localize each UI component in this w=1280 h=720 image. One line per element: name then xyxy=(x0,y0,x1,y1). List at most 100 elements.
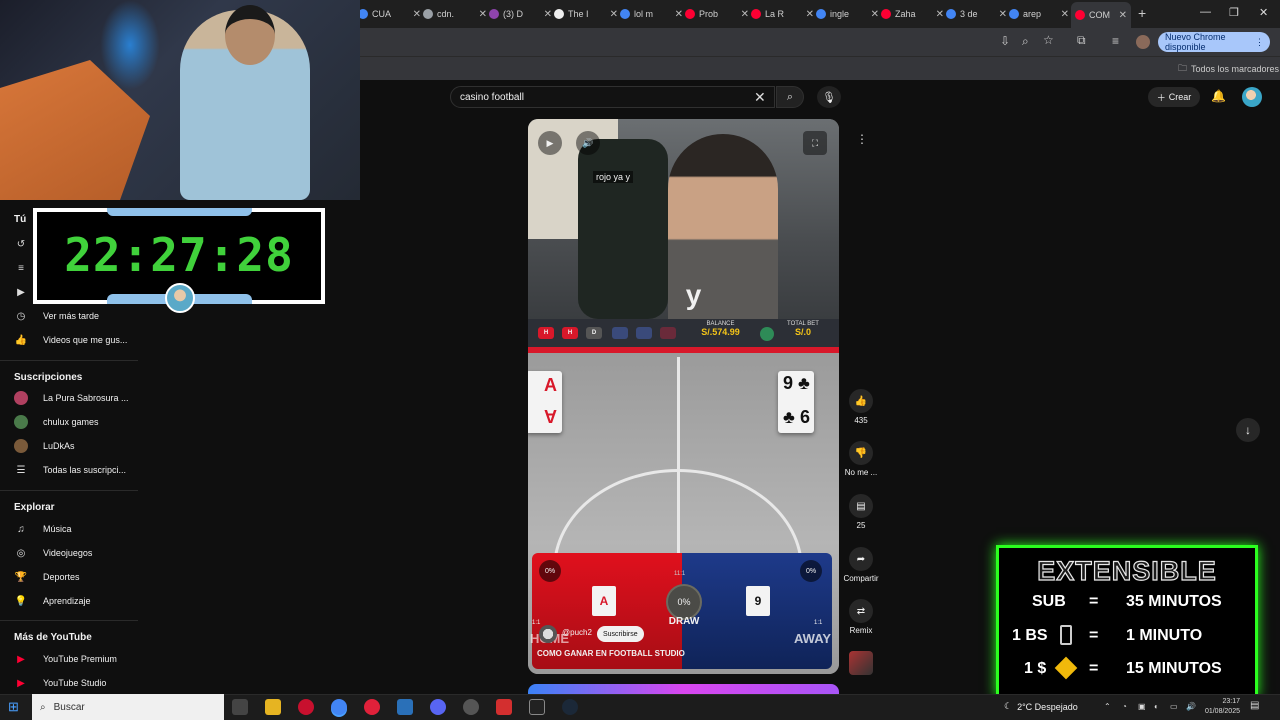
sidebar-item[interactable]: ◎ Videojuegos xyxy=(0,543,138,563)
profile-avatar[interactable] xyxy=(1136,35,1150,49)
account-avatar[interactable] xyxy=(1242,87,1262,107)
app-icon[interactable] xyxy=(496,699,512,715)
tab-close-icon[interactable]: ✕ xyxy=(675,9,683,20)
tab-close-icon[interactable]: ✕ xyxy=(1119,10,1127,21)
sound-thumbnail[interactable] xyxy=(849,651,873,675)
sidebar-heading-you: Tú xyxy=(14,214,27,225)
tab-close-icon[interactable]: ✕ xyxy=(936,9,944,20)
tab-close-icon[interactable]: ✕ xyxy=(806,9,814,20)
sidebar-item[interactable]: ◷ Ver más tarde xyxy=(0,306,138,326)
tab-3[interactable]: The I ✕ xyxy=(554,4,618,24)
tab-close-icon[interactable]: ✕ xyxy=(610,9,618,20)
tray-icon[interactable]: ▣ xyxy=(1138,702,1146,711)
dislike-button[interactable]: 👎 No me ... xyxy=(842,441,880,477)
tab-2[interactable]: (3) D ✕ xyxy=(489,4,552,24)
volume-button[interactable]: 🔊 xyxy=(576,131,600,155)
next-short-button[interactable]: ↓ xyxy=(1236,418,1260,442)
sidebar-item[interactable]: ♫ Música xyxy=(0,519,138,539)
tab-close-icon[interactable]: ✕ xyxy=(999,9,1007,20)
tab-11[interactable]: COM ✕ xyxy=(1071,2,1131,28)
tab-close-icon[interactable]: ✕ xyxy=(871,9,879,20)
subscribe-button[interactable]: Suscribirse xyxy=(597,626,644,642)
voice-search-button[interactable]: 🎙 xyxy=(817,86,841,108)
epic-games-icon[interactable] xyxy=(529,699,545,715)
tab-favicon-icon xyxy=(554,9,564,19)
sidebar-item[interactable]: 🏆 Deportes xyxy=(0,567,138,587)
short-video-player[interactable]: ▶ 🔊 ⛶ rojo ya y y H H D BALANCE S/.574.9… xyxy=(528,119,839,674)
extensions-icon[interactable]: ⧉ xyxy=(1077,33,1086,48)
obs-icon[interactable] xyxy=(463,699,479,715)
restore-icon[interactable]: ❐ xyxy=(1229,6,1239,19)
tab-close-icon[interactable]: ✕ xyxy=(1061,9,1069,20)
sidebar-item[interactable]: ▶ YouTube Premium xyxy=(0,649,138,669)
bookmark-star-icon[interactable]: ☆ xyxy=(1043,33,1054,47)
draw-bet-chip[interactable]: 0% xyxy=(666,584,702,620)
chrome-icon[interactable] xyxy=(331,699,347,715)
tab-close-icon[interactable]: ✕ xyxy=(413,9,421,20)
close-window-icon[interactable]: ✕ xyxy=(1259,6,1268,19)
network-icon[interactable]: ▭ xyxy=(1170,702,1178,711)
fullscreen-button[interactable]: ⛶ xyxy=(803,131,827,155)
install-icon[interactable]: ⇩ xyxy=(1000,34,1010,48)
tab-0[interactable]: CUA ✕ xyxy=(358,4,421,24)
comments-button[interactable]: ▤ 25 xyxy=(842,494,880,530)
create-button[interactable]: ＋ Crear xyxy=(1148,87,1200,107)
tab-5[interactable]: Prob ✕ xyxy=(685,4,749,24)
minimize-icon[interactable]: — xyxy=(1200,6,1211,18)
all-bookmarks[interactable]: 🗀 Todos los marcadores xyxy=(1178,61,1279,77)
history-chip: H xyxy=(562,327,578,339)
notification-icon[interactable]: ▤ xyxy=(1250,700,1259,711)
tab-8[interactable]: Zaha ✕ xyxy=(881,4,944,24)
channel-avatar[interactable] xyxy=(539,625,557,643)
channel-name[interactable]: @puch2 xyxy=(562,628,592,637)
tab-1[interactable]: cdn. ✕ xyxy=(423,4,487,24)
tray-icon[interactable]: ◐ xyxy=(1154,702,1159,711)
sidebar-item[interactable]: 👍 Videos que me gus... xyxy=(0,330,138,350)
weather-widget[interactable]: ☾ 2°C Despejado xyxy=(1004,701,1078,712)
share-button[interactable]: ➦ Compartir xyxy=(842,547,880,583)
task-view-icon[interactable] xyxy=(232,699,248,715)
search-input[interactable]: casino football xyxy=(450,86,775,108)
discord-icon[interactable] xyxy=(430,699,446,715)
sidebar-item[interactable]: chulux games xyxy=(0,412,138,432)
sidebar-item[interactable]: 💡 Aprendizaje xyxy=(0,591,138,611)
opera-icon[interactable] xyxy=(298,699,314,715)
media-control-icon[interactable]: ≡ xyxy=(1112,34,1119,48)
divider xyxy=(0,360,138,361)
chrome-update-button[interactable]: Nuevo Chrome disponible ⋮ xyxy=(1158,32,1270,52)
sidebar-item[interactable]: LuDkAs xyxy=(0,436,138,456)
search-button[interactable]: ⌕ xyxy=(776,86,804,108)
sidebar-item[interactable]: La Pura Sabrosura ... xyxy=(0,388,138,408)
clear-search-icon[interactable]: ✕ xyxy=(754,89,766,106)
tab-9[interactable]: 3 de ✕ xyxy=(946,4,1007,24)
file-explorer-icon[interactable] xyxy=(265,699,281,715)
notepad-icon[interactable] xyxy=(397,699,413,715)
sidebar-item[interactable]: ☰ Todas las suscripci... xyxy=(0,460,138,480)
steam-icon[interactable] xyxy=(562,699,578,715)
clock[interactable]: 23:17 01/08/2025 xyxy=(1200,697,1240,717)
tab-10[interactable]: arep ✕ xyxy=(1009,4,1069,24)
tab-4[interactable]: lol m ✕ xyxy=(620,4,683,24)
volume-icon[interactable]: 🔊 xyxy=(1186,702,1196,711)
more-options-icon[interactable]: ⋮ xyxy=(852,132,872,154)
remix-button[interactable]: ⇄ Remix xyxy=(842,599,880,635)
short-title[interactable]: COMO GANAR EN FOOTBALL STUDIO xyxy=(537,649,685,658)
taskbar-search[interactable]: ⌕ Buscar xyxy=(32,694,224,720)
like-button[interactable]: 👍 435 xyxy=(842,389,880,425)
tray-chevron-icon[interactable]: ⌃ xyxy=(1104,702,1111,711)
folder-icon: 🗀 xyxy=(1178,63,1188,73)
sidebar-item[interactable]: ▶ YouTube Studio xyxy=(0,673,138,693)
tab-6[interactable]: La R ✕ xyxy=(751,4,814,24)
opera-gx-icon[interactable] xyxy=(364,699,380,715)
new-tab-button[interactable]: + xyxy=(1138,5,1146,21)
windows-start-icon[interactable]: ⊞ xyxy=(8,699,19,715)
notifications-bell-icon[interactable]: 🔔 xyxy=(1211,89,1226,103)
draw-percentage: 0% xyxy=(677,597,691,607)
play-button[interactable]: ▶ xyxy=(538,131,562,155)
zoom-icon[interactable]: ⌕ xyxy=(1022,34,1029,49)
tab-close-icon[interactable]: ✕ xyxy=(479,9,487,20)
tab-close-icon[interactable]: ✕ xyxy=(544,9,552,20)
tray-icon[interactable]: ◔ xyxy=(1122,702,1127,711)
tab-close-icon[interactable]: ✕ xyxy=(741,9,749,20)
tab-7[interactable]: ingle ✕ xyxy=(816,4,879,24)
